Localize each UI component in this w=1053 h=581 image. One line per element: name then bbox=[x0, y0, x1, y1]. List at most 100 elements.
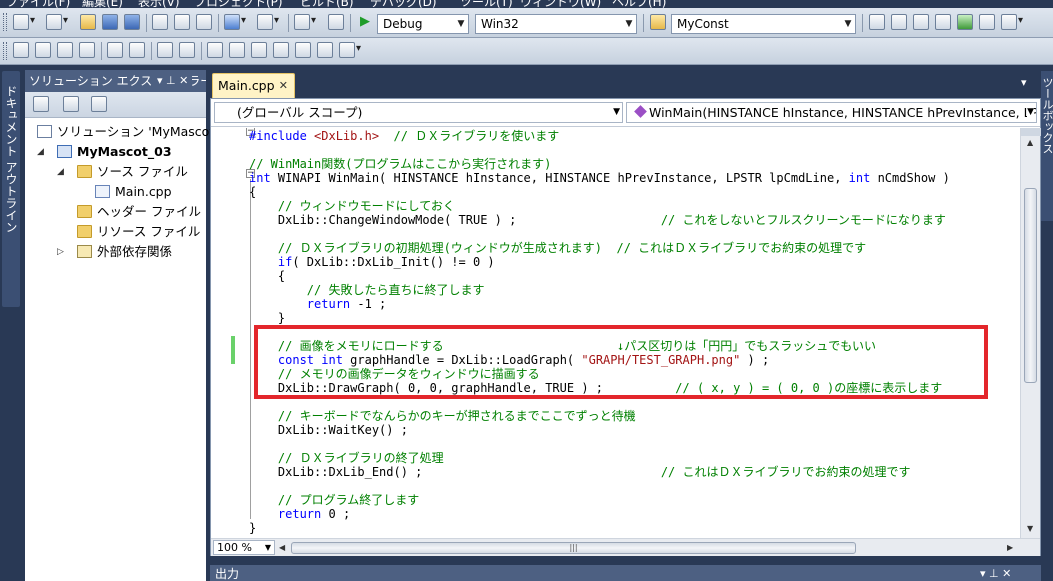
properties-icon[interactable] bbox=[913, 14, 929, 30]
toolbar-grip[interactable] bbox=[3, 42, 7, 60]
new-project-icon[interactable] bbox=[13, 14, 35, 30]
code-line[interactable]: DxLib::ChangeWindowMode( TRUE ) ; // これを… bbox=[249, 213, 946, 227]
previous-bookmark-icon[interactable] bbox=[229, 42, 245, 58]
open-file-icon[interactable] bbox=[80, 14, 96, 30]
next-bookmark-folder-icon[interactable] bbox=[295, 42, 311, 58]
horizontal-scroll-thumb[interactable]: ||| bbox=[291, 542, 856, 554]
menu-window[interactable]: ウィンドウ(W) bbox=[520, 0, 601, 8]
tab-document-outline[interactable]: ドキュメント アウトライン bbox=[2, 71, 20, 307]
list-members-icon[interactable] bbox=[13, 42, 29, 58]
find-in-files-icon[interactable] bbox=[650, 14, 666, 30]
menu-debug[interactable]: デバッグ(D) bbox=[370, 0, 437, 8]
code-line[interactable]: } bbox=[249, 311, 285, 325]
scope-dropdown[interactable]: (グローバル スコープ) ▼ bbox=[214, 102, 623, 123]
code-line[interactable]: // プログラム終了します bbox=[249, 493, 419, 507]
code-line[interactable]: { bbox=[249, 269, 285, 283]
menu-file[interactable]: ファイル(F) bbox=[6, 0, 70, 8]
clear-bookmarks-icon[interactable] bbox=[317, 42, 333, 58]
toolbox-icon[interactable] bbox=[935, 14, 951, 30]
find-combo[interactable]: MyConst ▼ bbox=[671, 14, 856, 34]
scroll-right-icon[interactable]: ▶ bbox=[1007, 543, 1013, 552]
start-debugging-icon[interactable]: ▶ bbox=[360, 15, 370, 29]
chevron-down-icon[interactable]: ▼ bbox=[1027, 103, 1034, 122]
tab-list-dropdown-icon[interactable]: ▾ bbox=[1021, 76, 1027, 89]
code-line[interactable]: return -1 ; bbox=[249, 297, 386, 311]
window-layout-icon[interactable] bbox=[1001, 14, 1023, 30]
panel-window-controls[interactable]: ▾ ⊥ ✕ bbox=[153, 70, 193, 92]
save-icon[interactable] bbox=[102, 14, 118, 30]
chevron-down-icon[interactable]: ▼ bbox=[622, 15, 636, 33]
previous-bookmark-folder-icon[interactable] bbox=[273, 42, 289, 58]
solution-explorer-titlebar[interactable]: ソリューション エクスプローラー ▾ ⊥ ✕ bbox=[25, 70, 206, 92]
cut-icon[interactable] bbox=[152, 14, 168, 30]
panel-window-controls[interactable]: ▾ ⊥ ✕ bbox=[980, 565, 1011, 581]
refresh-icon[interactable] bbox=[63, 96, 79, 112]
comment-out-icon[interactable] bbox=[157, 42, 173, 58]
toolbar-overflow-icon[interactable] bbox=[1033, 14, 1045, 30]
code-line[interactable]: DxLib::WaitKey() ; bbox=[249, 423, 408, 437]
navigate-backward-icon[interactable] bbox=[294, 14, 316, 30]
code-line[interactable]: int WINAPI WinMain( HINSTANCE hInstance,… bbox=[249, 171, 950, 185]
code-line[interactable]: } bbox=[249, 521, 256, 535]
menu-help[interactable]: ヘルプ(H) bbox=[612, 0, 666, 8]
code-line[interactable]: if( DxLib::DxLib_Init() != 0 ) bbox=[249, 255, 495, 269]
navigate-forward-icon[interactable] bbox=[328, 14, 344, 30]
complete-word-icon[interactable] bbox=[79, 42, 95, 58]
splitter-handle[interactable] bbox=[1021, 128, 1041, 136]
code-line[interactable]: DxLib::DxLib_End() ; // これはＤＸライブラリでお約束の処… bbox=[249, 465, 911, 479]
code-line[interactable]: #include <DxLib.h> // ＤＸライブラリを使います bbox=[249, 129, 559, 143]
code-line[interactable]: // ウィンドウモードにしておく bbox=[249, 199, 455, 213]
undo-icon[interactable] bbox=[224, 14, 246, 30]
find-icon[interactable] bbox=[869, 14, 885, 30]
output-panel-titlebar[interactable]: 出力 ▾ ⊥ ✕ bbox=[210, 565, 1041, 581]
vertical-scrollbar[interactable]: ▲ ▼ bbox=[1020, 128, 1041, 538]
parameter-info-icon[interactable] bbox=[35, 42, 51, 58]
redo-icon[interactable] bbox=[257, 14, 279, 30]
scroll-up-icon[interactable]: ▲ bbox=[1027, 138, 1033, 147]
chevron-down-icon[interactable]: ▼ bbox=[265, 541, 271, 554]
menu-build[interactable]: ビルド(B) bbox=[300, 0, 354, 8]
paste-icon[interactable] bbox=[196, 14, 212, 30]
scroll-left-icon[interactable]: ◀ bbox=[279, 543, 285, 552]
code-line[interactable]: // ＤＸライブラリの終了処理 bbox=[249, 451, 444, 465]
solution-explorer-icon[interactable] bbox=[891, 14, 907, 30]
code-line[interactable]: // WinMain関数(プログラムはここから実行されます) bbox=[249, 157, 551, 171]
expanded-arrow-icon[interactable]: ◢ bbox=[57, 162, 67, 182]
toolbar-grip[interactable] bbox=[3, 13, 7, 31]
toolbar-options-icon[interactable] bbox=[339, 42, 361, 58]
code-line[interactable]: // ＤＸライブラリの初期処理(ウィンドウが生成されます) // これはＤＸライ… bbox=[249, 241, 866, 255]
show-all-files-icon[interactable] bbox=[33, 96, 49, 112]
expanded-arrow-icon[interactable]: ◢ bbox=[37, 142, 47, 162]
chevron-down-icon[interactable]: ▼ bbox=[841, 15, 855, 33]
solution-platform-combo[interactable]: Win32 ▼ bbox=[475, 14, 637, 34]
menu-project[interactable]: プロジェクト(P) bbox=[194, 0, 283, 8]
code-line[interactable]: // キーボードでなんらかのキーが押されるまでここでずっと待機 bbox=[249, 409, 636, 423]
copy-icon[interactable] bbox=[174, 14, 190, 30]
save-all-icon[interactable] bbox=[124, 14, 140, 30]
properties-icon[interactable] bbox=[91, 96, 107, 112]
increase-indent-icon[interactable] bbox=[129, 42, 145, 58]
extension-manager-icon[interactable] bbox=[979, 14, 995, 30]
chevron-down-icon[interactable]: ▼ bbox=[613, 103, 620, 122]
uncomment-icon[interactable] bbox=[179, 42, 195, 58]
tab-toolbox[interactable]: ツールボックス bbox=[1041, 71, 1053, 221]
code-line[interactable]: return 0 ; bbox=[249, 507, 350, 521]
toggle-bookmark-icon[interactable] bbox=[207, 42, 223, 58]
menu-view[interactable]: 表示(V) bbox=[138, 0, 180, 8]
next-bookmark-icon[interactable] bbox=[251, 42, 267, 58]
decrease-indent-icon[interactable] bbox=[107, 42, 123, 58]
solution-configuration-combo[interactable]: Debug ▼ bbox=[377, 14, 469, 34]
chevron-down-icon[interactable]: ▼ bbox=[454, 15, 468, 33]
close-icon[interactable]: ✕ bbox=[279, 74, 288, 97]
menu-edit[interactable]: 編集(E) bbox=[82, 0, 123, 8]
start-page-icon[interactable] bbox=[957, 14, 973, 30]
quick-info-icon[interactable] bbox=[57, 42, 73, 58]
scroll-down-icon[interactable]: ▼ bbox=[1027, 524, 1033, 533]
scroll-thumb[interactable] bbox=[1024, 188, 1037, 383]
code-line[interactable]: { bbox=[249, 185, 256, 199]
add-item-icon[interactable] bbox=[46, 14, 68, 30]
menu-tools[interactable]: ツール(T) bbox=[460, 0, 513, 8]
tab-main-cpp[interactable]: Main.cpp ✕ bbox=[212, 73, 295, 98]
collapsed-arrow-icon[interactable]: ▷ bbox=[57, 242, 67, 262]
code-line[interactable]: // 失敗したら直ちに終了します bbox=[249, 283, 485, 297]
